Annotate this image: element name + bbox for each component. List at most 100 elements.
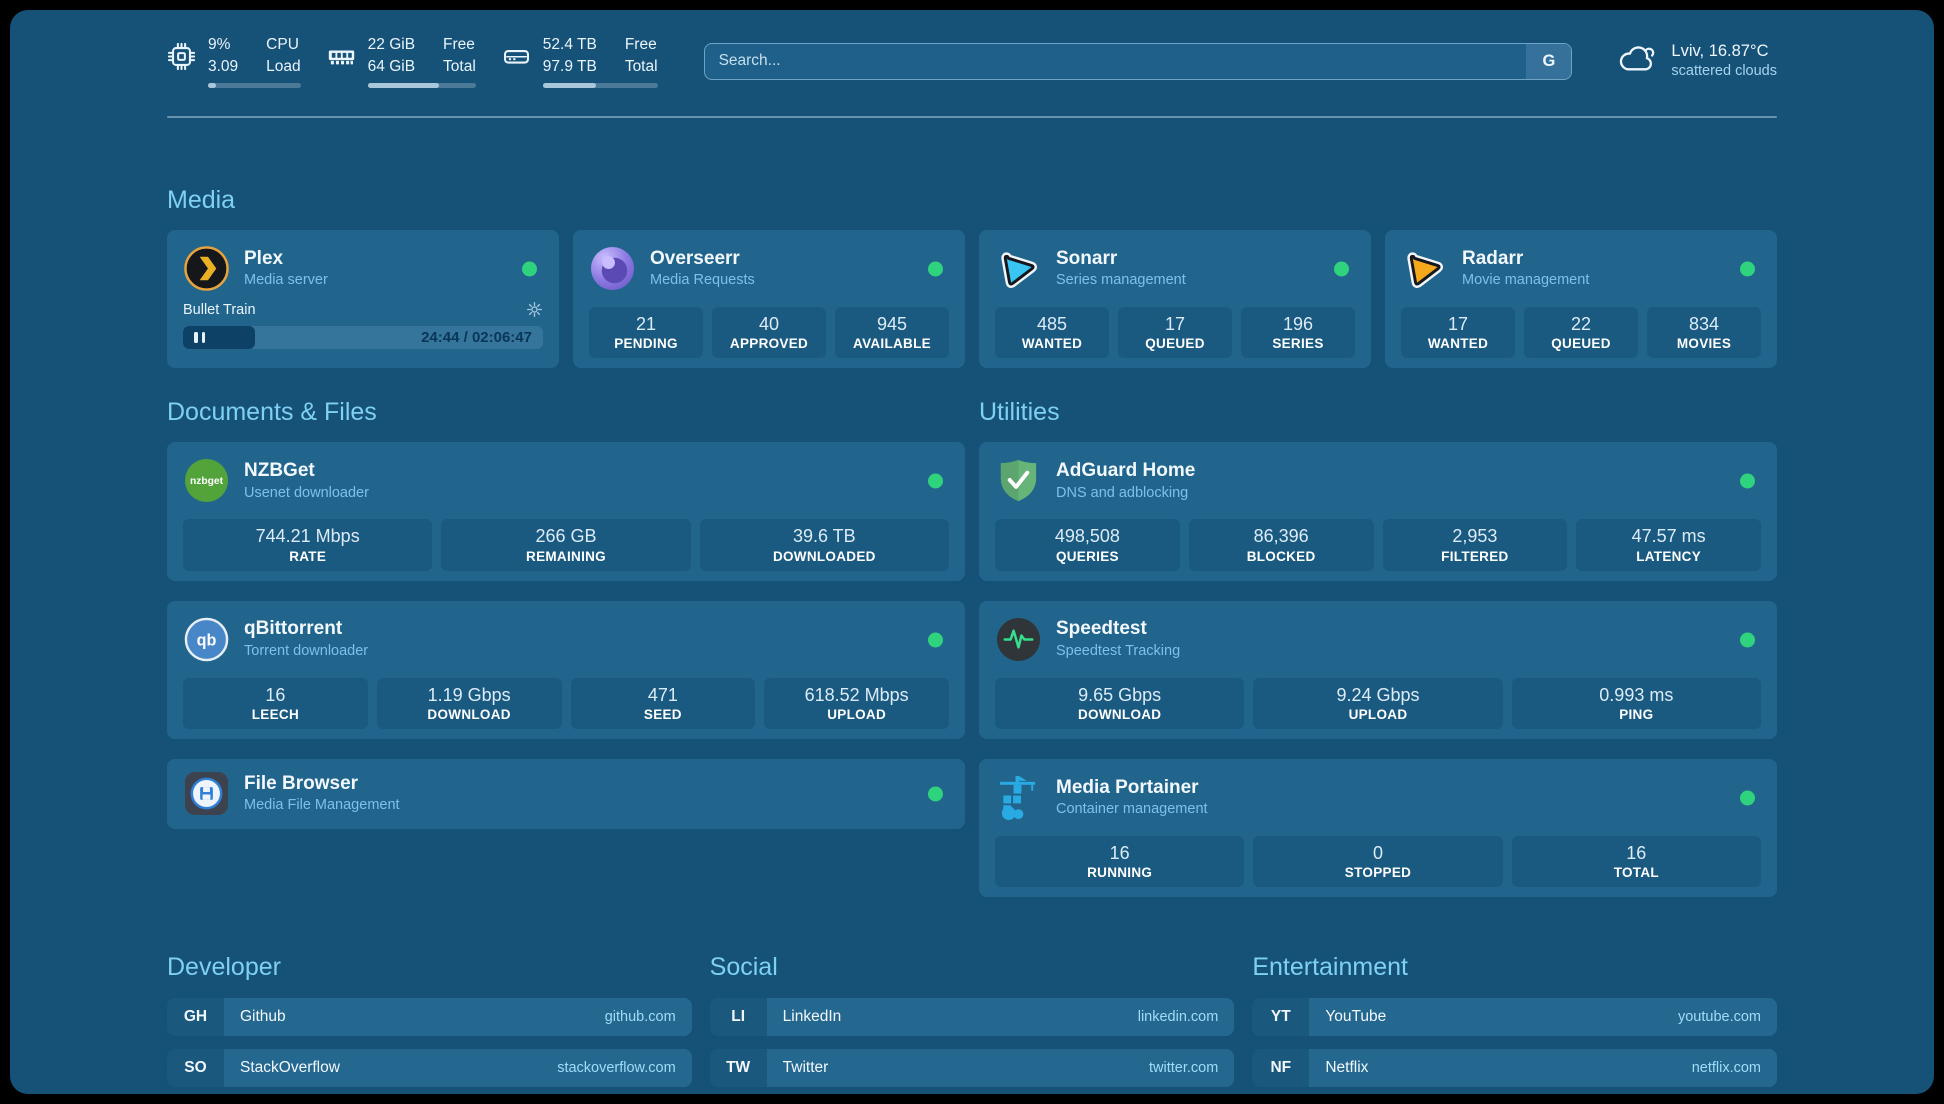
cpu-load-value: 3.09	[208, 56, 238, 78]
disk-total-label: Total	[625, 56, 658, 78]
weather-location-temp: Lviv, 16.87°C	[1671, 40, 1777, 62]
search-box: G	[704, 43, 1573, 80]
cpu-icon	[167, 42, 196, 71]
playback-progress-bar[interactable]: 24:44 / 02:06:47	[183, 326, 543, 349]
stat-pending: 21 PENDING	[589, 307, 703, 358]
bookmark-stackoverflow[interactable]: SO StackOverflow stackoverflow.com	[167, 1049, 692, 1087]
search-engine-button[interactable]: G	[1526, 44, 1571, 79]
stat-queued: 17 QUEUED	[1118, 307, 1232, 358]
stat-downloaded: 39.6 TB DOWNLOADED	[700, 519, 949, 570]
status-dot	[928, 474, 943, 489]
bookmark-youtube[interactable]: YT YouTube youtube.com	[1252, 998, 1777, 1036]
stat-total: 16 TOTAL	[1512, 836, 1761, 887]
bookmark-linkedin[interactable]: LI LinkedIn linkedin.com	[710, 998, 1235, 1036]
status-dot	[1740, 790, 1755, 805]
documents-column: Documents & Files nzbget NZBGet Usenet d…	[167, 398, 965, 897]
sonarr-icon	[995, 245, 1042, 292]
status-dot	[1740, 474, 1755, 489]
app-name: Media Portainer	[1056, 776, 1208, 801]
bookmark-abbr: LI	[710, 998, 767, 1036]
app-card-nzbget[interactable]: nzbget NZBGet Usenet downloader 744.21 M…	[167, 442, 965, 580]
memory-free-value: 22 GiB	[368, 34, 415, 56]
bookmark-url: netflix.com	[1692, 1060, 1761, 1076]
cloud-icon	[1616, 40, 1658, 82]
stat-leech: 16 LEECH	[183, 678, 368, 729]
status-dot	[522, 262, 537, 277]
app-card-radarr[interactable]: Radarr Movie management 17 WANTED 22 QUE…	[1385, 230, 1777, 368]
bookmark-abbr: GH	[167, 998, 224, 1036]
disk-free-label: Free	[625, 34, 658, 56]
section-title-social: Social	[710, 953, 1235, 982]
system-stats: 9% 3.09 CPU Load 22 GiB 64 GiB	[167, 34, 658, 88]
svg-text:qb: qb	[197, 631, 217, 649]
memory-total-label: Total	[443, 56, 476, 78]
cpu-stat: 9% 3.09 CPU Load	[167, 34, 301, 88]
weather-widget: Lviv, 16.87°C scattered clouds	[1616, 40, 1777, 82]
session-gear-icon[interactable]	[526, 301, 543, 318]
status-dot	[1740, 632, 1755, 647]
app-card-sonarr[interactable]: Sonarr Series management 485 WANTED 17 Q…	[979, 230, 1371, 368]
pause-icon[interactable]	[194, 332, 198, 343]
stat-latency: 47.57 ms LATENCY	[1576, 519, 1761, 570]
app-description: Media Requests	[650, 271, 755, 290]
dashboard: 9% 3.09 CPU Load 22 GiB 64 GiB	[10, 10, 1934, 1094]
topbar: 9% 3.09 CPU Load 22 GiB 64 GiB	[167, 32, 1777, 90]
app-description: DNS and adblocking	[1056, 484, 1195, 503]
app-card-qbittorrent[interactable]: qb qBittorrent Torrent downloader 16 LEE…	[167, 601, 965, 739]
app-name: qBittorrent	[244, 617, 368, 642]
app-description: Media File Management	[244, 796, 400, 815]
bookmark-name: YouTube	[1325, 1008, 1386, 1026]
bookmark-name: Github	[240, 1008, 286, 1026]
stat-queries: 498,508 QUERIES	[995, 519, 1180, 570]
nzbget-icon: nzbget	[183, 457, 230, 504]
speedtest-icon	[995, 616, 1042, 663]
section-title-media: Media	[167, 186, 1777, 215]
stat-wanted: 17 WANTED	[1401, 307, 1515, 358]
app-description: Container management	[1056, 800, 1208, 819]
links-group-entertainment: Entertainment YT YouTube youtube.com NF …	[1252, 953, 1777, 1094]
memory-free-label: Free	[443, 34, 476, 56]
stat-wanted: 485 WANTED	[995, 307, 1109, 358]
app-card-portainer[interactable]: Media Portainer Container management 16 …	[979, 759, 1777, 897]
search-input[interactable]	[705, 52, 1527, 70]
disk-progress-bar	[543, 83, 658, 88]
bookmark-twitter[interactable]: TW Twitter twitter.com	[710, 1049, 1235, 1087]
bookmark-netflix[interactable]: NF Netflix netflix.com	[1252, 1049, 1777, 1087]
status-dot	[1740, 262, 1755, 277]
app-card-adguard[interactable]: AdGuard Home DNS and adblocking 498,508 …	[979, 442, 1777, 580]
status-dot	[928, 786, 943, 801]
app-name: Radarr	[1462, 247, 1589, 272]
memory-total-value: 64 GiB	[368, 56, 415, 78]
bookmark-url: stackoverflow.com	[557, 1060, 675, 1076]
overseerr-icon	[589, 245, 636, 292]
cpu-progress-bar	[208, 83, 301, 88]
app-card-overseerr[interactable]: Overseerr Media Requests 21 PENDING 40 A…	[573, 230, 965, 368]
stat-download: 9.65 Gbps DOWNLOAD	[995, 678, 1244, 729]
app-card-filebrowser[interactable]: File Browser Media File Management	[167, 759, 965, 829]
status-dot	[928, 262, 943, 277]
media-grid: Plex Media server Bullet Train 24:44 / 0…	[167, 230, 1777, 368]
bookmark-url: github.com	[605, 1009, 676, 1025]
bookmark-abbr: TW	[710, 1049, 767, 1087]
adguard-icon	[995, 457, 1042, 504]
utilities-column: Utilities AdGuard Home DNS and adblockin…	[979, 398, 1777, 897]
bookmark-name: Twitter	[783, 1059, 829, 1077]
cpu-load-label: Load	[266, 56, 300, 78]
links-group-developer: Developer GH Github github.com SO StackO…	[167, 953, 692, 1094]
stat-seed: 471 SEED	[571, 678, 756, 729]
disk-icon	[502, 42, 531, 71]
stat-queued: 22 QUEUED	[1524, 307, 1638, 358]
app-description: Media server	[244, 271, 328, 290]
topbar-divider	[167, 116, 1777, 118]
app-description: Usenet downloader	[244, 484, 369, 503]
app-description: Torrent downloader	[244, 642, 368, 661]
stat-remaining: 266 GB REMAINING	[441, 519, 690, 570]
now-playing-title: Bullet Train	[183, 302, 256, 318]
playback-time: 24:44 / 02:06:47	[421, 326, 532, 349]
bookmark-github[interactable]: GH Github github.com	[167, 998, 692, 1036]
app-card-speedtest[interactable]: Speedtest Speedtest Tracking 9.65 Gbps D…	[979, 601, 1777, 739]
stat-download: 1.19 Gbps DOWNLOAD	[377, 678, 562, 729]
plex-icon	[183, 245, 230, 292]
stat-rate: 744.21 Mbps RATE	[183, 519, 432, 570]
app-card-plex[interactable]: Plex Media server Bullet Train 24:44 / 0…	[167, 230, 559, 368]
